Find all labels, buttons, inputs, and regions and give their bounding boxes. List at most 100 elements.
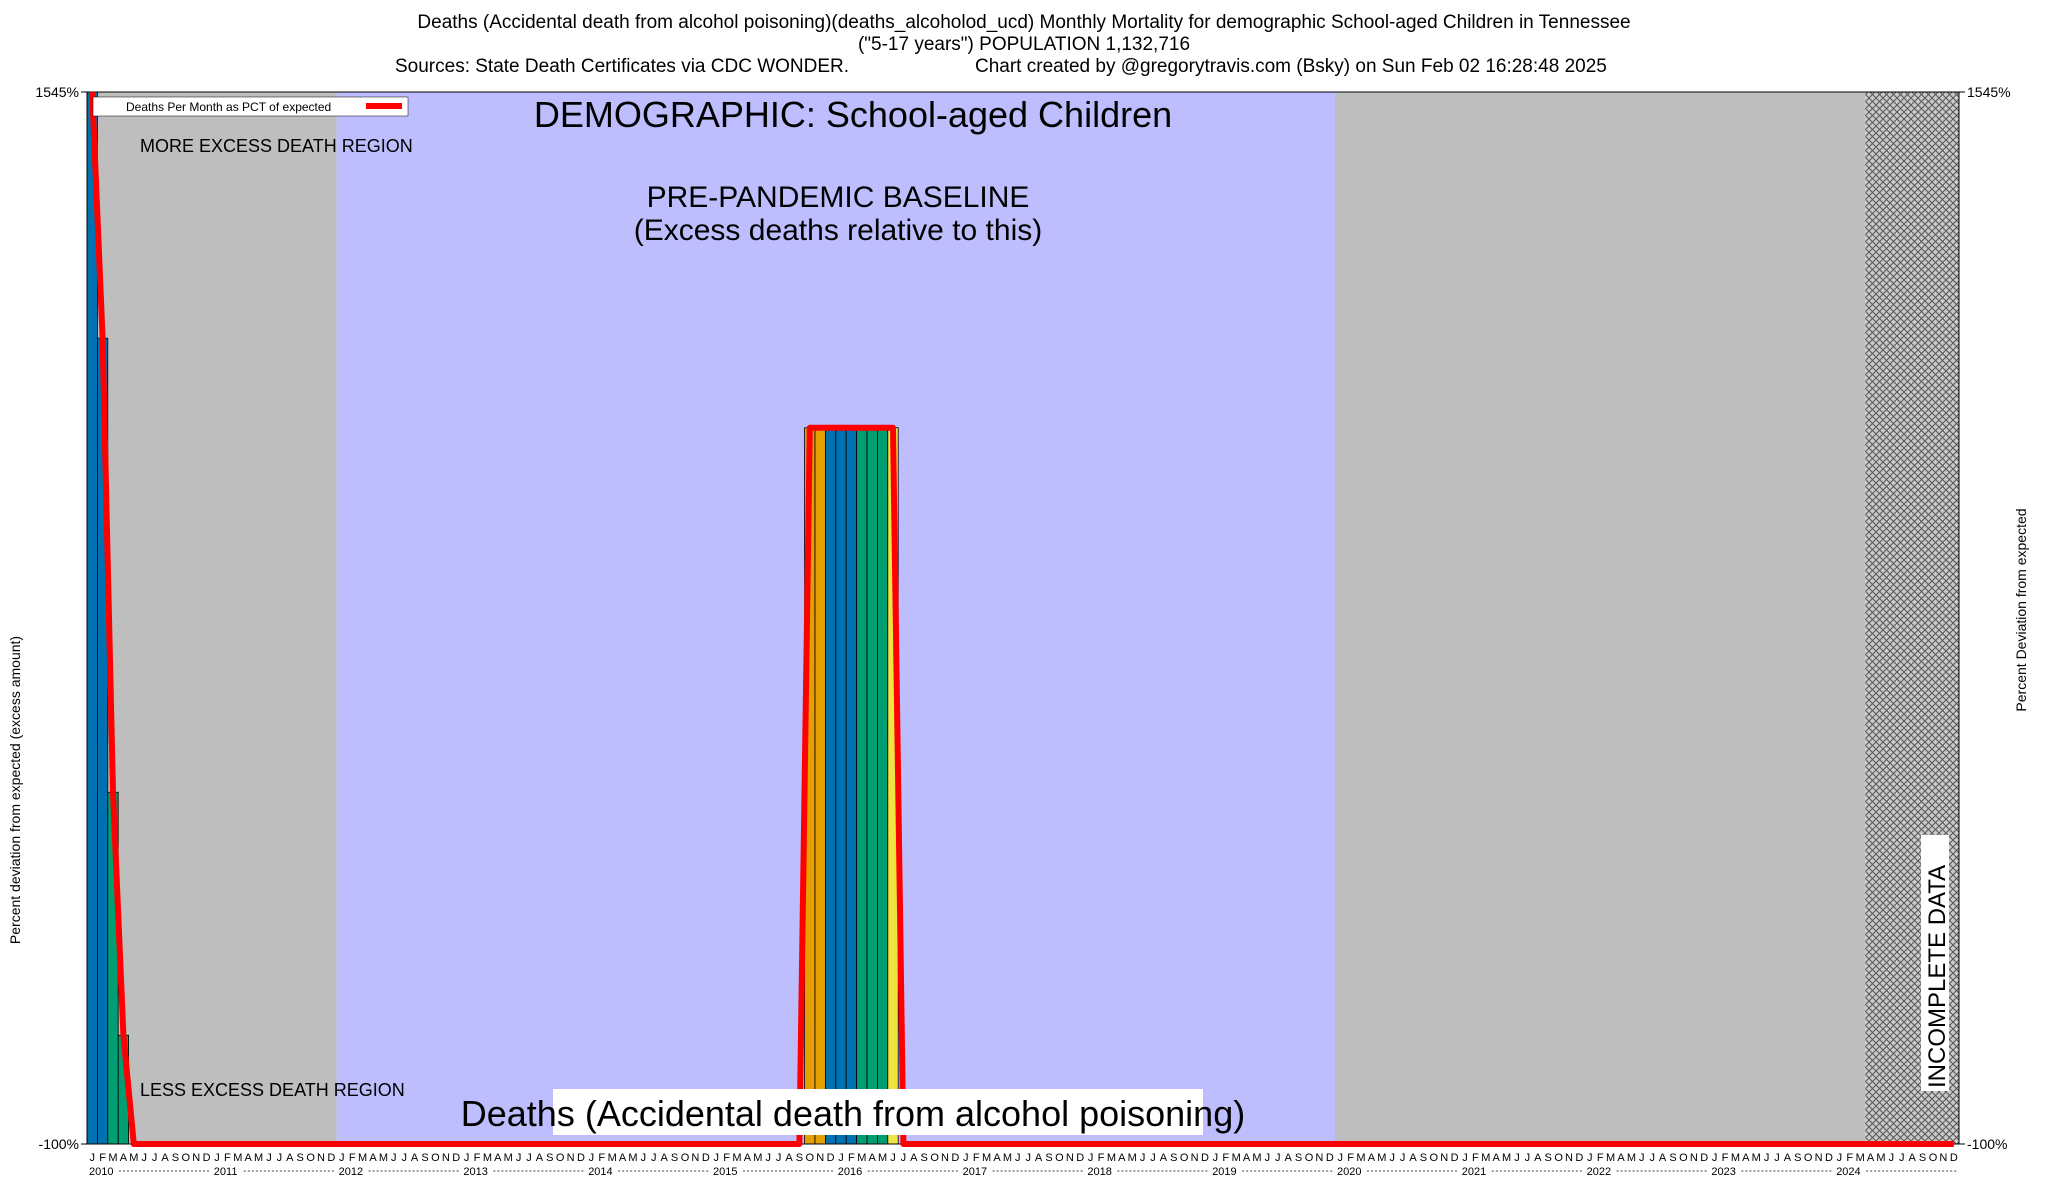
demographic-title: DEMOGRAPHIC: School-aged Children (534, 94, 1172, 135)
month-label: A (1659, 1152, 1667, 1164)
year-label: 2015 (713, 1166, 737, 1178)
month-label: D (1575, 1152, 1583, 1164)
month-label: D (1700, 1152, 1708, 1164)
month-label: J (1889, 1152, 1895, 1164)
month-label: M (608, 1152, 617, 1164)
legend: Deaths Per Month as PCT of expected (92, 96, 409, 117)
month-label: S (1170, 1152, 1177, 1164)
month-label: A (744, 1152, 752, 1164)
month-label: A (1409, 1152, 1417, 1164)
month-label: F (349, 1152, 356, 1164)
month-label: A (1285, 1152, 1293, 1164)
year-label: 2024 (1836, 1166, 1860, 1178)
month-label: A (1909, 1152, 1917, 1164)
month-label: N (317, 1152, 325, 1164)
month-label: O (1305, 1152, 1314, 1164)
month-label: S (172, 1152, 179, 1164)
less-excess-label: LESS EXCESS DEATH REGION (140, 1080, 405, 1100)
month-label: J (1462, 1152, 1468, 1164)
month-label: M (1107, 1152, 1116, 1164)
month-label: J (391, 1152, 397, 1164)
year-label: 2020 (1337, 1166, 1361, 1178)
month-label: J (266, 1152, 272, 1164)
month-label: A (245, 1152, 253, 1164)
month-label: J (765, 1152, 771, 1164)
month-label: N (1565, 1152, 1573, 1164)
year-label: 2011 (214, 1166, 238, 1178)
month-label: A (1160, 1152, 1168, 1164)
left-tick-label: 1545% (35, 84, 79, 100)
month-label: M (1252, 1152, 1261, 1164)
month-label: J (1514, 1152, 1520, 1164)
month-label: M (1003, 1152, 1012, 1164)
month-label: O (182, 1152, 191, 1164)
month-label: J (1150, 1152, 1156, 1164)
month-label: A (1534, 1152, 1542, 1164)
month-label: A (661, 1152, 669, 1164)
x-axis: JFMAMJJASONDJFMAMJJASONDJFMAMJJASONDJFMA… (89, 1152, 1958, 1178)
legend-label: Deaths Per Month as PCT of expected (126, 100, 331, 114)
month-label: F (474, 1152, 481, 1164)
month-label: N (192, 1152, 200, 1164)
year-label: 2019 (1212, 1166, 1236, 1178)
month-label: J (1265, 1152, 1271, 1164)
right-tick-label: 1545% (1967, 84, 2011, 100)
month-label: J (277, 1152, 283, 1164)
month-label: F (598, 1152, 605, 1164)
month-label: N (1939, 1152, 1947, 1164)
month-label: J (1639, 1152, 1645, 1164)
month-label: D (1201, 1152, 1209, 1164)
month-label: M (732, 1152, 741, 1164)
month-label: J (152, 1152, 158, 1164)
month-label: A (1118, 1152, 1126, 1164)
month-label: S (1669, 1152, 1676, 1164)
month-label: A (1368, 1152, 1376, 1164)
month-label: N (691, 1152, 699, 1164)
month-label: F (1347, 1152, 1354, 1164)
month-label: M (129, 1152, 138, 1164)
month-label: A (869, 1152, 877, 1164)
month-label: S (1545, 1152, 1552, 1164)
bar (866, 427, 878, 1145)
month-label: M (358, 1152, 367, 1164)
month-label: J (651, 1152, 657, 1164)
month-label: J (589, 1152, 595, 1164)
month-label: D (951, 1152, 959, 1164)
year-label: 2010 (89, 1166, 113, 1178)
month-label: D (203, 1152, 211, 1164)
month-label: A (411, 1152, 419, 1164)
month-label: M (108, 1152, 117, 1164)
month-label: J (1764, 1152, 1770, 1164)
month-label: F (1472, 1152, 1479, 1164)
month-label: F (1846, 1152, 1853, 1164)
right-tick-label: -100% (1967, 1136, 2007, 1152)
month-label: M (982, 1152, 991, 1164)
month-label: A (161, 1152, 169, 1164)
month-label: J (401, 1152, 407, 1164)
month-label: A (910, 1152, 918, 1164)
month-label: M (1856, 1152, 1865, 1164)
month-label: O (681, 1152, 690, 1164)
month-label: M (628, 1152, 637, 1164)
month-label: S (1295, 1152, 1302, 1164)
month-label: A (536, 1152, 544, 1164)
month-label: A (785, 1152, 793, 1164)
month-label: M (254, 1152, 263, 1164)
month-label: D (1076, 1152, 1084, 1164)
month-label: A (286, 1152, 294, 1164)
more-excess-label: MORE EXCESS DEATH REGION (140, 136, 413, 156)
month-label: A (619, 1152, 627, 1164)
month-label: N (1440, 1152, 1448, 1164)
month-label: O (930, 1152, 939, 1164)
month-label: F (1222, 1152, 1229, 1164)
month-label: J (1140, 1152, 1146, 1164)
month-label: F (1597, 1152, 1604, 1164)
month-label: S (421, 1152, 428, 1164)
month-label: A (993, 1152, 1001, 1164)
left-tick-label: -100% (39, 1136, 79, 1152)
month-label: D (452, 1152, 460, 1164)
region-0 (87, 92, 337, 1144)
bar (814, 427, 826, 1145)
month-label: J (890, 1152, 896, 1164)
month-label: J (963, 1152, 969, 1164)
